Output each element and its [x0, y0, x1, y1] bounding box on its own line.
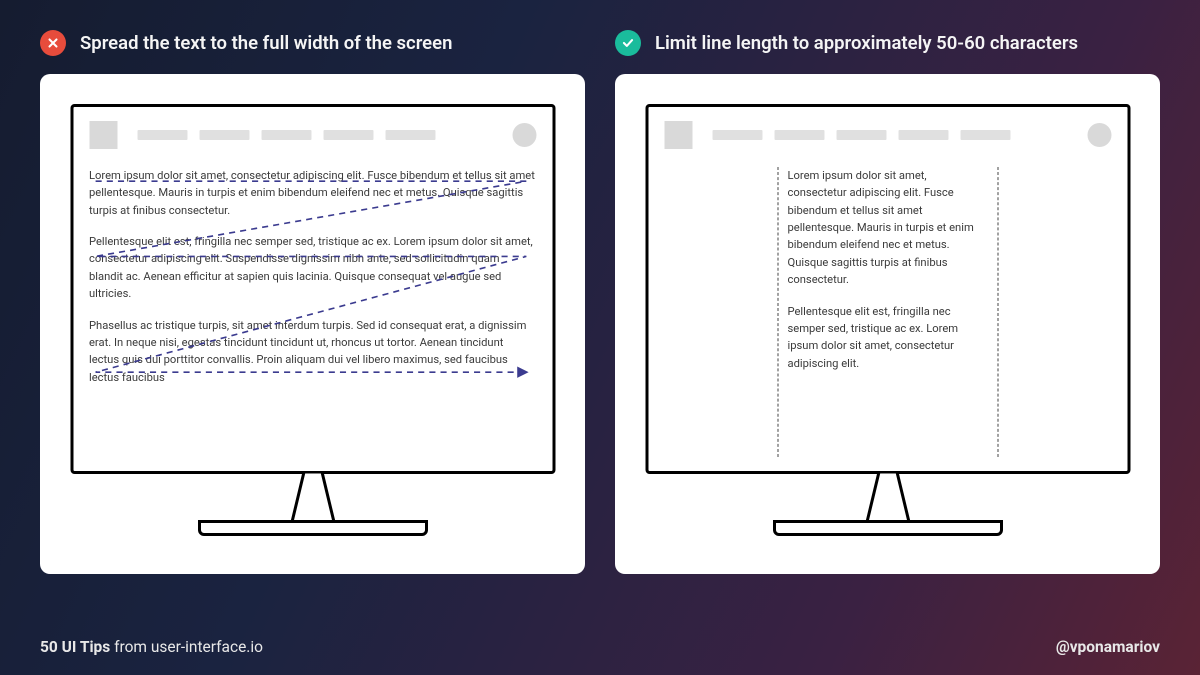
avatar-placeholder [1087, 123, 1111, 147]
good-monitor: Lorem ipsum dolor sit amet, consectetur … [645, 104, 1130, 474]
nav-item [898, 130, 948, 140]
good-heading: Limit line length to approximately 50-60… [655, 32, 1078, 54]
panels-row: Spread the text to the full width of the… [0, 0, 1200, 574]
nav-item [385, 130, 435, 140]
nav-placeholder [712, 130, 1077, 140]
series-title: 50 UI Tips [40, 638, 110, 656]
paragraph: Pellentesque elit est, fringilla nec sem… [788, 303, 988, 372]
narrow-text-wrap: Lorem ipsum dolor sit amet, consectetur … [664, 167, 1111, 457]
series-from: from user-interface.io [110, 638, 263, 656]
nav-item [199, 130, 249, 140]
bad-heading: Spread the text to the full width of the… [80, 32, 452, 54]
paragraph: Lorem ipsum dolor sit amet, consectetur … [89, 167, 536, 219]
infographic-root: Spread the text to the full width of the… [0, 0, 1200, 675]
paragraph: Phasellus ac tristique turpis, sit amet … [89, 317, 536, 386]
left-guide-line [778, 167, 779, 457]
nav-item [261, 130, 311, 140]
nav-item [960, 130, 1010, 140]
stand-neck-icon [278, 472, 348, 522]
nav-item [774, 130, 824, 140]
right-guide-line [998, 167, 999, 457]
logo-placeholder [89, 121, 117, 149]
wireframe-topbar [89, 121, 536, 149]
good-card: Lorem ipsum dolor sit amet, consectetur … [615, 74, 1160, 574]
bad-monitor: Lorem ipsum dolor sit amet, consectetur … [70, 104, 555, 474]
wide-text-body: Lorem ipsum dolor sit amet, consectetur … [89, 167, 536, 386]
good-header: Limit line length to approximately 50-60… [615, 30, 1160, 56]
footer: 50 UI Tips from user-interface.io @vpona… [0, 619, 1200, 675]
narrow-text-body: Lorem ipsum dolor sit amet, consectetur … [778, 167, 998, 457]
logo-placeholder [664, 121, 692, 149]
avatar-placeholder [512, 123, 536, 147]
footer-handle: @vponamariov [1056, 638, 1160, 656]
footer-source: 50 UI Tips from user-interface.io [40, 638, 263, 656]
bad-header: Spread the text to the full width of the… [40, 30, 585, 56]
stand-neck-icon [853, 472, 923, 522]
nav-item [836, 130, 886, 140]
good-column: Limit line length to approximately 50-60… [615, 30, 1160, 574]
nav-placeholder [137, 130, 502, 140]
bad-card: Lorem ipsum dolor sit amet, consectetur … [40, 74, 585, 574]
cross-icon [40, 30, 66, 56]
monitor-stand [773, 472, 1003, 536]
nav-item [137, 130, 187, 140]
check-icon [615, 30, 641, 56]
bad-screen: Lorem ipsum dolor sit amet, consectetur … [70, 104, 555, 474]
wireframe-topbar [664, 121, 1111, 149]
bad-column: Spread the text to the full width of the… [40, 30, 585, 574]
monitor-stand [198, 472, 428, 536]
stand-base [773, 520, 1003, 536]
paragraph: Lorem ipsum dolor sit amet, consectetur … [788, 167, 988, 289]
stand-base [198, 520, 428, 536]
good-screen: Lorem ipsum dolor sit amet, consectetur … [645, 104, 1130, 474]
nav-item [712, 130, 762, 140]
nav-item [323, 130, 373, 140]
paragraph: Pellentesque elit est, fringilla nec sem… [89, 233, 536, 302]
